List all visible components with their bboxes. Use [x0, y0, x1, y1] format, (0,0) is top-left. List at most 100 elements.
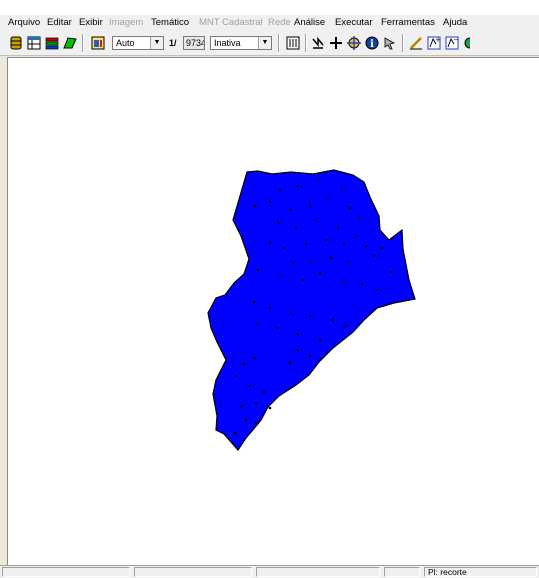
- map-point: [304, 242, 308, 246]
- map-point: [376, 288, 380, 292]
- title-strip: [0, 0, 539, 15]
- map-point: [252, 300, 256, 304]
- map-point: [291, 261, 295, 265]
- pan-icon[interactable]: [346, 35, 362, 51]
- menu-ferramentas[interactable]: Ferramentas: [381, 17, 435, 28]
- menu-exibir[interactable]: Exibir: [79, 17, 103, 28]
- svg-text:−: −: [453, 36, 459, 44]
- chevron-down-icon[interactable]: ▼: [150, 37, 163, 49]
- map-point: [255, 322, 259, 326]
- display-mode-select[interactable]: Inativa ▼: [210, 36, 272, 50]
- scale-prefix-label: 1/: [169, 38, 177, 48]
- map-point: [248, 384, 252, 388]
- menu-ajuda[interactable]: Ajuda: [443, 17, 467, 28]
- map-point: [389, 270, 393, 274]
- map-point: [318, 271, 322, 275]
- menu-arquivo[interactable]: Arquivo: [8, 17, 40, 28]
- polygon-edit-icon[interactable]: [62, 35, 78, 51]
- map-point: [308, 203, 312, 207]
- map-point: [296, 332, 300, 336]
- map-point: [233, 431, 237, 435]
- map-point: [242, 362, 246, 366]
- map-point: [315, 218, 319, 222]
- menu-imagem[interactable]: Imagem: [109, 17, 143, 28]
- pencil-icon[interactable]: [408, 35, 424, 51]
- scale-mode-select[interactable]: Auto ▼: [112, 36, 164, 50]
- menu-analise[interactable]: Análise: [294, 17, 325, 28]
- menu-mnt[interactable]: MNT: [199, 17, 220, 28]
- map-point: [254, 421, 258, 425]
- map-point: [336, 226, 340, 230]
- menu-tematico[interactable]: Temático: [151, 17, 189, 28]
- display-mode-value: Inativa: [214, 38, 241, 48]
- status-panel-1: [2, 567, 130, 577]
- svg-text:i: i: [370, 39, 374, 50]
- map-point: [276, 326, 280, 330]
- scale-input[interactable]: 9734: [183, 36, 205, 50]
- map-point: [289, 208, 293, 212]
- map-point: [301, 278, 305, 282]
- scale-mode-value: Auto: [116, 38, 135, 48]
- map-point: [262, 390, 266, 394]
- map-point: [253, 356, 257, 360]
- status-bar: Pl: recorte: [0, 565, 539, 578]
- toolbar-separator: [82, 34, 84, 52]
- zoom-cross-icon[interactable]: [328, 35, 344, 51]
- map-point: [244, 418, 248, 422]
- draw-icon[interactable]: [285, 35, 301, 51]
- chevron-down-icon[interactable]: ▼: [258, 37, 271, 49]
- map-point: [296, 184, 300, 188]
- table-icon[interactable]: [26, 35, 42, 51]
- map-point: [343, 324, 347, 328]
- map-point: [268, 241, 272, 245]
- menu-rede[interactable]: Rede: [268, 17, 291, 28]
- map-point: [360, 282, 364, 286]
- map-point: [357, 216, 361, 220]
- map-point: [268, 406, 272, 410]
- map-point: [380, 246, 384, 250]
- map-point: [329, 256, 333, 260]
- toolbar: Auto ▼ 1/ 9734 Inativa ▼ i + −: [0, 31, 539, 56]
- map-point: [254, 401, 258, 405]
- map-point: [288, 361, 292, 365]
- map-point: [279, 274, 283, 278]
- database-icon[interactable]: [8, 35, 24, 51]
- menu-bar: Arquivo Editar Exibir Imagem Temático MN…: [0, 15, 539, 31]
- pointer-icon[interactable]: [382, 35, 398, 51]
- map-point: [308, 354, 312, 358]
- map-point: [318, 338, 322, 342]
- toolbar-separator: [278, 34, 280, 52]
- menu-cadastral[interactable]: Cadastral: [222, 17, 263, 28]
- map-point: [347, 261, 351, 265]
- map-point: [268, 200, 272, 204]
- select-icon[interactable]: [310, 35, 326, 51]
- status-panel-4: [384, 567, 420, 577]
- map-point: [239, 404, 243, 408]
- map-point: [331, 318, 335, 322]
- map-view[interactable]: [8, 58, 539, 565]
- map-point: [353, 234, 357, 238]
- map-point: [294, 226, 298, 230]
- map-point: [276, 221, 280, 225]
- map-point: [342, 242, 346, 246]
- more-tools-icon[interactable]: [462, 35, 470, 51]
- zoom-in-icon[interactable]: +: [426, 35, 442, 51]
- toolbar-separator: [305, 34, 307, 52]
- status-panel-3: [256, 567, 380, 577]
- map-point: [268, 306, 272, 310]
- map-point: [308, 314, 312, 318]
- window-icon[interactable]: [90, 35, 106, 51]
- map-canvas[interactable]: [7, 57, 539, 565]
- map-point: [256, 268, 260, 272]
- map-point: [341, 280, 345, 284]
- toolbar-separator: [402, 34, 404, 52]
- status-panel-2: [134, 567, 252, 577]
- layers-icon[interactable]: [44, 35, 60, 51]
- zoom-out-icon[interactable]: −: [444, 35, 460, 51]
- map-polygon[interactable]: [207, 169, 416, 451]
- menu-editar[interactable]: Editar: [47, 17, 72, 28]
- info-icon[interactable]: i: [364, 35, 380, 51]
- menu-executar[interactable]: Executar: [335, 17, 373, 28]
- map-point: [234, 374, 238, 378]
- map-point: [325, 196, 329, 200]
